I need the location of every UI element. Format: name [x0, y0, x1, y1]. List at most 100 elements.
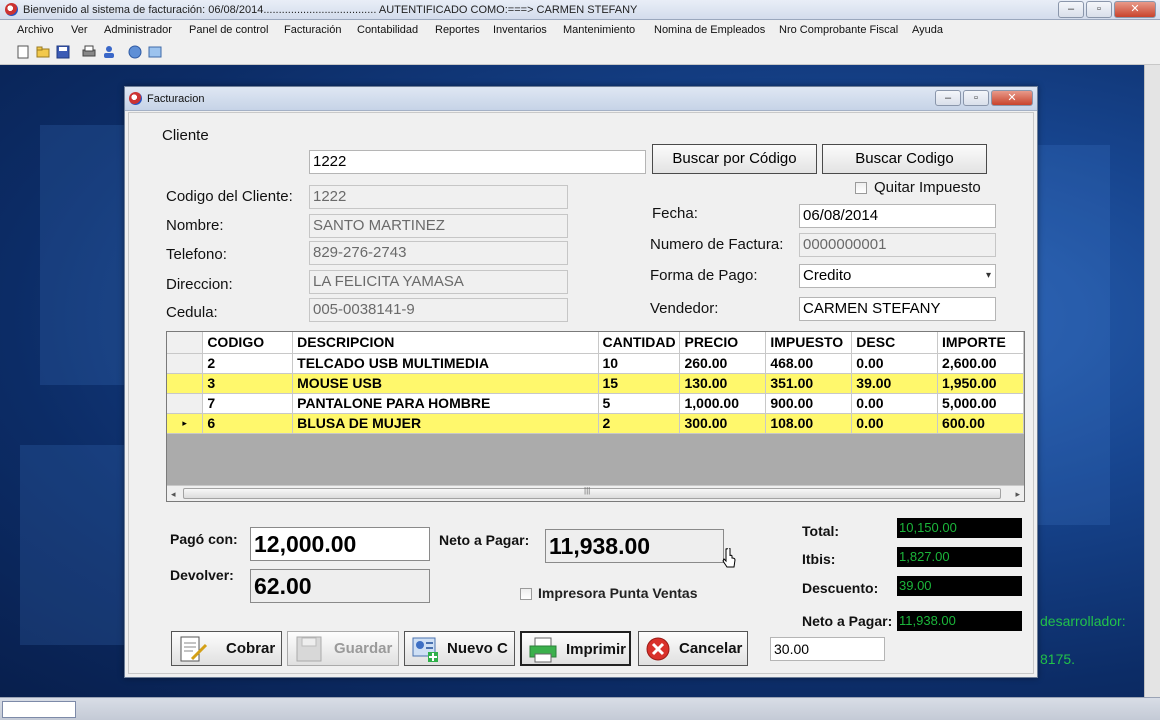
cell-impuesto[interactable]: 900.00 — [765, 393, 853, 414]
row-header-corner — [167, 332, 204, 354]
print-icon[interactable] — [82, 45, 96, 59]
close-button[interactable]: ✕ — [1114, 1, 1156, 18]
detalle-grid[interactable]: CODIGO DESCRIPCION CANTIDAD PRECIO IMPUE… — [166, 331, 1025, 502]
col-header-desc[interactable]: DESC — [851, 332, 939, 354]
cell-desc[interactable]: 0.00 — [851, 353, 939, 374]
buscar-codigo-button[interactable]: Buscar Codigo — [822, 144, 987, 174]
menu-administrador[interactable]: Administrador — [104, 24, 172, 36]
telefono-field[interactable]: 829-276-2743 — [309, 241, 568, 265]
cell-cantidad[interactable]: 5 — [598, 393, 681, 414]
scroll-right-icon[interactable]: ▸ — [1015, 486, 1020, 501]
menu-ayuda[interactable]: Ayuda — [912, 24, 943, 36]
cell-codigo[interactable]: 2 — [202, 353, 294, 374]
menu-reportes[interactable]: Reportes — [435, 24, 480, 36]
codigo-cliente-field[interactable]: 1222 — [309, 185, 568, 209]
neto-pagar-field[interactable]: 11,938.00 — [545, 529, 724, 563]
row-header[interactable] — [167, 373, 204, 394]
col-header-cantidad[interactable]: CANTIDAD — [598, 332, 681, 354]
cell-importe[interactable]: 600.00 — [937, 413, 1024, 434]
main-vertical-scrollbar[interactable] — [1144, 65, 1160, 697]
table-row[interactable]: 3 MOUSE USB 15 130.00 351.00 39.00 1,950… — [167, 373, 1024, 394]
menu-panel-de-control[interactable]: Panel de control — [189, 24, 269, 36]
table-row[interactable]: 2 TELCADO USB MULTIMEDIA 10 260.00 468.0… — [167, 353, 1024, 374]
menu-ver[interactable]: Ver — [71, 24, 88, 36]
cell-desc[interactable]: 39.00 — [851, 373, 939, 394]
cell-cantidad[interactable]: 10 — [598, 353, 681, 374]
forma-pago-select[interactable]: Credito ▾ — [799, 264, 996, 288]
col-header-codigo[interactable]: CODIGO — [202, 332, 294, 354]
vendedor-field[interactable]: CARMEN STEFANY — [799, 297, 996, 321]
minimize-button[interactable]: – — [1058, 1, 1084, 18]
table-row[interactable]: 7 PANTALONE PARA HOMBRE 5 1,000.00 900.0… — [167, 393, 1024, 414]
maximize-button[interactable]: ▫ — [1086, 1, 1112, 18]
scroll-left-icon[interactable]: ◂ — [171, 486, 176, 501]
chevron-down-icon[interactable]: ▾ — [986, 265, 991, 287]
menu-contabilidad[interactable]: Contabilidad — [357, 24, 418, 36]
cell-descripcion[interactable]: MOUSE USB — [292, 373, 599, 394]
table-row-current[interactable]: ▸ 6 BLUSA DE MUJER 2 300.00 108.00 0.00 … — [167, 413, 1024, 434]
new-file-icon[interactable] — [16, 45, 30, 59]
cell-impuesto[interactable]: 108.00 — [765, 413, 853, 434]
imprimir-button[interactable]: Imprimir — [520, 631, 631, 666]
menu-nomina-de-empleados[interactable]: Nomina de Empleados — [654, 24, 765, 36]
guardar-button[interactable]: Guardar — [287, 631, 399, 666]
dialog-minimize-button[interactable]: – — [935, 90, 961, 106]
nuevo-button[interactable]: Nuevo C — [404, 631, 515, 666]
cell-precio[interactable]: 260.00 — [679, 353, 767, 374]
scrollbar-thumb[interactable]: ||| — [183, 486, 1001, 499]
dialog-close-button[interactable]: ✕ — [991, 90, 1033, 106]
cell-precio[interactable]: 300.00 — [679, 413, 767, 434]
cell-precio[interactable]: 130.00 — [679, 373, 767, 394]
direccion-field[interactable]: LA FELICITA YAMASA — [309, 270, 568, 294]
quitar-impuesto-checkbox[interactable] — [855, 182, 867, 194]
cell-codigo[interactable]: 7 — [202, 393, 294, 414]
pago-con-field[interactable]: 12,000.00 — [250, 527, 430, 561]
numero-factura-field[interactable]: 0000000001 — [799, 233, 996, 257]
cliente-search-input[interactable]: 1222 — [309, 150, 646, 174]
current-row-indicator-icon[interactable]: ▸ — [167, 413, 204, 434]
cell-descripcion[interactable]: BLUSA DE MUJER — [292, 413, 599, 434]
col-header-precio[interactable]: PRECIO — [679, 332, 767, 354]
dialog-maximize-button[interactable]: ▫ — [963, 90, 989, 106]
image-icon[interactable] — [148, 45, 162, 59]
menu-facturacion[interactable]: Facturación — [284, 24, 341, 36]
col-header-importe[interactable]: IMPORTE — [937, 332, 1024, 354]
cell-codigo[interactable]: 6 — [202, 413, 294, 434]
cell-descripcion[interactable]: TELCADO USB MULTIMEDIA — [292, 353, 599, 374]
menu-nro-comprobante-fiscal[interactable]: Nro Comprobante Fiscal — [779, 24, 898, 36]
menu-inventarios[interactable]: Inventarios — [493, 24, 547, 36]
menu-mantenimiento[interactable]: Mantenimiento — [563, 24, 635, 36]
menu-archivo[interactable]: Archivo — [17, 24, 54, 36]
cell-importe[interactable]: 2,600.00 — [937, 353, 1024, 374]
devolver-field[interactable]: 62.00 — [250, 569, 430, 603]
impresora-punta-ventas-checkbox[interactable] — [520, 588, 532, 600]
cell-cantidad[interactable]: 2 — [598, 413, 681, 434]
save-icon[interactable] — [56, 45, 70, 59]
cell-desc[interactable]: 0.00 — [851, 393, 939, 414]
col-header-descripcion[interactable]: DESCRIPCION — [292, 332, 599, 354]
buscar-por-codigo-button[interactable]: Buscar por Código — [652, 144, 817, 174]
cell-impuesto[interactable]: 468.00 — [765, 353, 853, 374]
cell-descripcion[interactable]: PANTALONE PARA HOMBRE — [292, 393, 599, 414]
grid-horizontal-scrollbar[interactable]: ◂ ||| ▸ — [167, 485, 1024, 501]
row-header[interactable] — [167, 353, 204, 374]
open-folder-icon[interactable] — [36, 45, 50, 59]
taskbar-app-button[interactable] — [2, 701, 76, 718]
cobrar-button[interactable]: Cobrar — [171, 631, 282, 666]
cell-cantidad[interactable]: 15 — [598, 373, 681, 394]
globe-icon[interactable] — [128, 45, 142, 59]
cell-desc[interactable]: 0.00 — [851, 413, 939, 434]
cancelar-button[interactable]: Cancelar — [638, 631, 748, 666]
cell-importe[interactable]: 1,950.00 — [937, 373, 1024, 394]
fecha-field[interactable]: 06/08/2014 — [799, 204, 996, 228]
user-icon[interactable] — [102, 45, 116, 59]
cedula-field[interactable]: 005-0038141-9 — [309, 298, 568, 322]
row-header[interactable] — [167, 393, 204, 414]
nombre-field[interactable]: SANTO MARTINEZ — [309, 214, 568, 238]
cell-impuesto[interactable]: 351.00 — [765, 373, 853, 394]
cell-precio[interactable]: 1,000.00 — [679, 393, 767, 414]
cell-importe[interactable]: 5,000.00 — [937, 393, 1024, 414]
extra-amount-field[interactable]: 30.00 — [770, 637, 885, 661]
col-header-impuesto[interactable]: IMPUESTO — [765, 332, 853, 354]
cell-codigo[interactable]: 3 — [202, 373, 294, 394]
